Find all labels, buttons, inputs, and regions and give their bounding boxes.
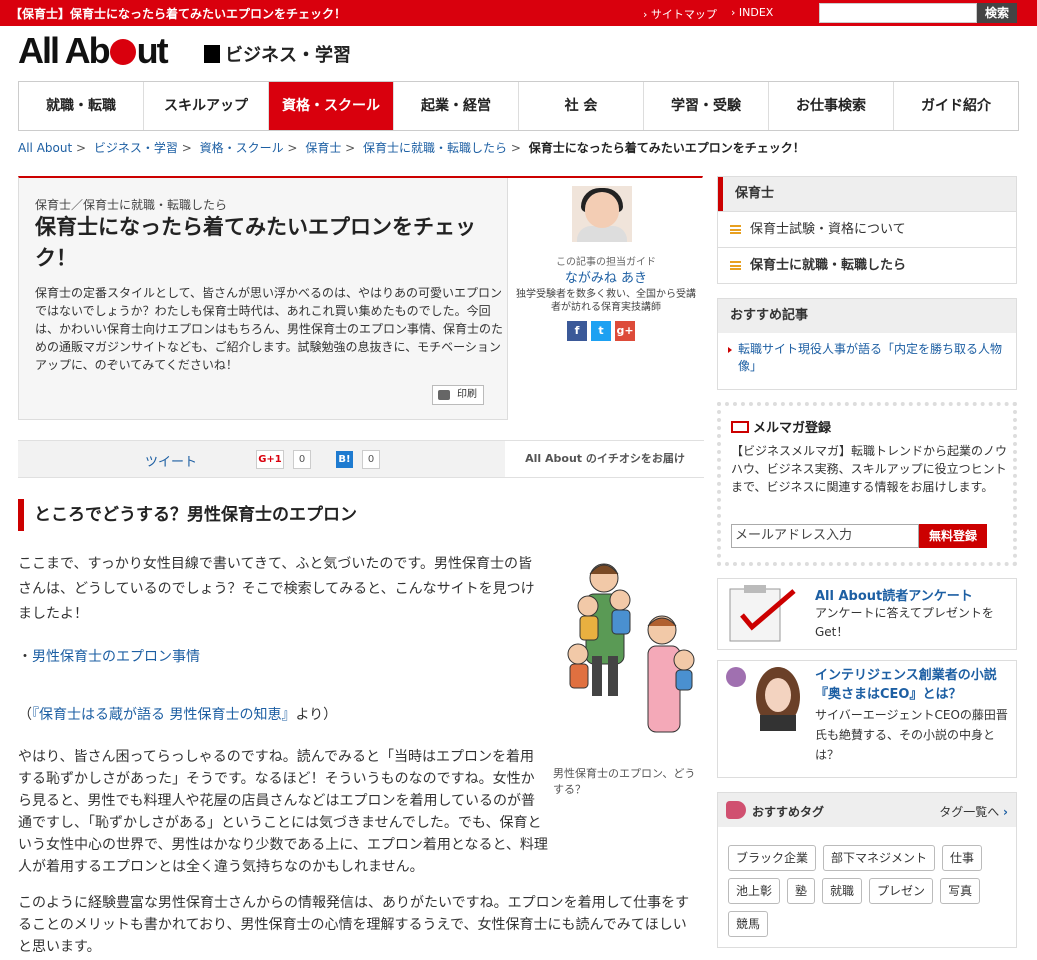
recommended-tags: おすすめタグ タグ一覧へ › ブラック企業 部下マネジメント 仕事 池上彰 塾 … [717,792,1017,948]
search-button[interactable]: 検索 [977,3,1017,23]
tag-item[interactable]: ブラック企業 [728,845,817,871]
guide-name[interactable]: ながみね あき [508,267,704,286]
google-plus-button[interactable]: G+1 [256,450,284,469]
paragraph-3: このように経験豊富な男性保育士さんからの情報発信は、ありがたいですね。エプロンを… [18,895,690,955]
clipboard-icon [729,585,796,642]
novel-ad-title[interactable]: インテリジェンス創業者の小説『奥さまはCEO』とは？ [815,666,1010,704]
nav-job-change[interactable]: 就職・転職 [19,82,144,130]
guide-label: この記事の担当ガイド [556,257,656,268]
nav-skill-up[interactable]: スキルアップ [144,82,269,130]
tag-item[interactable]: 塾 [787,878,816,904]
tag-item[interactable]: 部下マネジメント [823,845,936,871]
tag-item[interactable]: プレゼン [869,878,934,904]
breadcrumb: All About > ビジネス・学習 > 資格・スクール > 保育士 > 保育… [18,141,805,155]
tag-item[interactable]: 就職 [822,878,863,904]
article-lead: 保育士の定番スタイルとして、皆さんが思い浮かべるのは、やはりあの可愛いエプロンで… [35,286,504,372]
guide-avatar[interactable] [572,186,632,242]
novel-cover-image [724,665,808,731]
article-subcategory: 保育士／保育士に就職・転職したら [35,198,228,212]
recommend-title: おすすめ記事 [718,299,1016,333]
email-field[interactable]: メールアドレス入力 [731,524,919,548]
facebook-icon[interactable]: f [567,321,587,341]
paragraph-2a: やはり、皆さん困ってらっしゃるのですね。読んでみると「当時はエプロンを着用する恥… [18,749,536,809]
crumb-business[interactable]: ビジネス・学習 [94,141,178,155]
allabout-logo[interactable]: All Ab ut [18,30,169,72]
survey-ad[interactable]: All About読者アンケート アンケートに答えてプレゼントをGet！ [717,578,1017,650]
search-input[interactable] [819,3,977,23]
tag-icon [726,801,746,819]
crumb-job[interactable]: 保育士に就職・転職したら [363,141,507,155]
top-bar-title: 【保育士】保育士になったら着てみたいエプロンをチェック！ [10,7,347,21]
crumb-qualification[interactable]: 資格・スクール [200,141,284,155]
print-button[interactable]: 印刷 [432,385,484,405]
source-line: （『保育士はる蔵が語る 男性保育士の知恵』より） [18,707,338,723]
tags-title: おすすめタグ [752,805,825,819]
nav-qualification[interactable]: 資格・スクール [269,82,394,130]
logo-dot-icon [109,39,136,65]
novel-ad[interactable]: インテリジェンス創業者の小説『奥さまはCEO』とは？ サイバーエージェントCEO… [717,660,1017,778]
hatena-count: 0 [362,450,380,469]
share-bar: ツイート G+1 0 B! 0 All About のイチオシをお届け [18,440,705,478]
subscribe-button[interactable]: 無料登録 [919,524,987,548]
crumb-current: 保育士になったら着てみたいエプロンをチェック！ [528,141,805,155]
article-title: 保育士になったら着てみたいエプロンをチェック！ [35,215,476,270]
newsletter-box: メルマガ登録 【ビジネスメルマガ】転職トレンドから起業のノウハウ、ビジネス実務、… [717,402,1017,566]
google-plus-count: 0 [293,450,311,469]
newsletter-text: 【ビジネスメルマガ】転職トレンドから起業のノウハウ、ビジネス実務、スキルアップに… [731,444,1008,494]
survey-ad-text: アンケートに答えてプレゼントをGet！ [815,606,994,639]
crumb-allabout[interactable]: All About [18,141,72,155]
survey-ad-title[interactable]: All About読者アンケート [815,585,973,604]
link-item: ・男性保育士のエプロン事情 [18,649,200,665]
list-icon [730,261,741,270]
illustration-family [556,556,702,756]
article-header: 保育士／保育士に就職・転職したら 保育士になったら着てみたいエプロンをチェック！… [18,176,703,420]
index-link[interactable]: › INDEX [731,6,773,19]
chevron-right-icon: › [1003,805,1008,819]
guide-description: 独学受験者を数多く救い、全国から受講者が訪れる保育実技講師 [516,289,696,313]
tag-item[interactable]: 仕事 [942,845,983,871]
twitter-icon[interactable]: t [591,321,611,341]
nav-guide[interactable]: ガイド紹介 [894,82,1018,130]
sidebar-category: 保育士 保育士試験・資格について 保育士に就職・転職したら [717,176,1017,284]
tags-more-link[interactable]: タグ一覧へ › [939,803,1008,820]
illustration-caption: 男性保育士のエプロン、どうする？ [553,767,696,796]
google-plus-icon[interactable]: g+ [615,321,635,341]
list-icon [730,225,741,234]
male-apron-link[interactable]: 男性保育士のエプロン事情 [32,649,200,665]
guide-sns: f t g+ [567,321,635,341]
hatena-bookmark-button[interactable]: B! [336,451,353,468]
printer-icon [438,390,450,400]
global-nav: 就職・転職 スキルアップ 資格・スクール 起業・経営 社 会 学習・受験 お仕事… [18,81,1019,131]
paragraph-1: ここまで、すっかり女性目線で書いてきて、ふと気づいたのです。男性保育士の皆さんは… [18,556,535,622]
guide-profile: この記事の担当ガイド ながみね あき 独学受験者を数多く救い、全国から受講者が訪… [507,178,703,420]
sidebar-item-exam[interactable]: 保育士試験・資格について [718,211,1016,247]
newsletter-title: メルマガ登録 [731,417,831,436]
sidebar-recommend: おすすめ記事 転職サイト現役人事が語る「内定を勝ち取る人物像」 [717,298,1017,390]
nav-study[interactable]: 学習・受験 [644,82,769,130]
section-heading: ところでどうする？男性保育士のエプロン [18,499,704,531]
novel-ad-text: サイバーエージェントCEOの藤田晋氏も絶賛する、その小説の中身とは？ [815,708,1008,762]
nav-society[interactable]: 社 会 [519,82,644,130]
category-icon [204,45,220,63]
envelope-icon [731,421,749,433]
tag-item[interactable]: 競馬 [728,911,769,937]
recommend-article-link[interactable]: 転職サイト現役人事が語る「内定を勝ち取る人物像」 [718,333,1016,383]
crumb-hoikushi[interactable]: 保育士 [305,141,341,155]
tag-item[interactable]: 池上彰 [728,878,781,904]
sitemap-link[interactable]: › サイトマップ [643,6,717,22]
paragraph-2b: やはり、皆さん困ってらっしゃるのですね。読んでみると「当時はエプロンを着用する恥… [18,815,548,875]
category-title: ビジネス・学習 [204,41,351,67]
nav-startup[interactable]: 起業・経営 [394,82,519,130]
sidebar-category-title: 保育士 [718,177,1016,211]
sidebar-item-job[interactable]: 保育士に就職・転職したら [718,247,1016,283]
top-bar: 【保育士】保育士になったら着てみたいエプロンをチェック！ › サイトマップ › … [0,0,1037,26]
source-link[interactable]: 『保育士はる蔵が語る 男性保育士の知恵』 [32,707,295,723]
tweet-button[interactable]: ツイート [145,451,197,470]
tag-item[interactable]: 写真 [940,878,981,904]
nav-job-search[interactable]: お仕事検索 [769,82,894,130]
recommend-banner[interactable]: All About のイチオシをお届け [505,441,705,477]
